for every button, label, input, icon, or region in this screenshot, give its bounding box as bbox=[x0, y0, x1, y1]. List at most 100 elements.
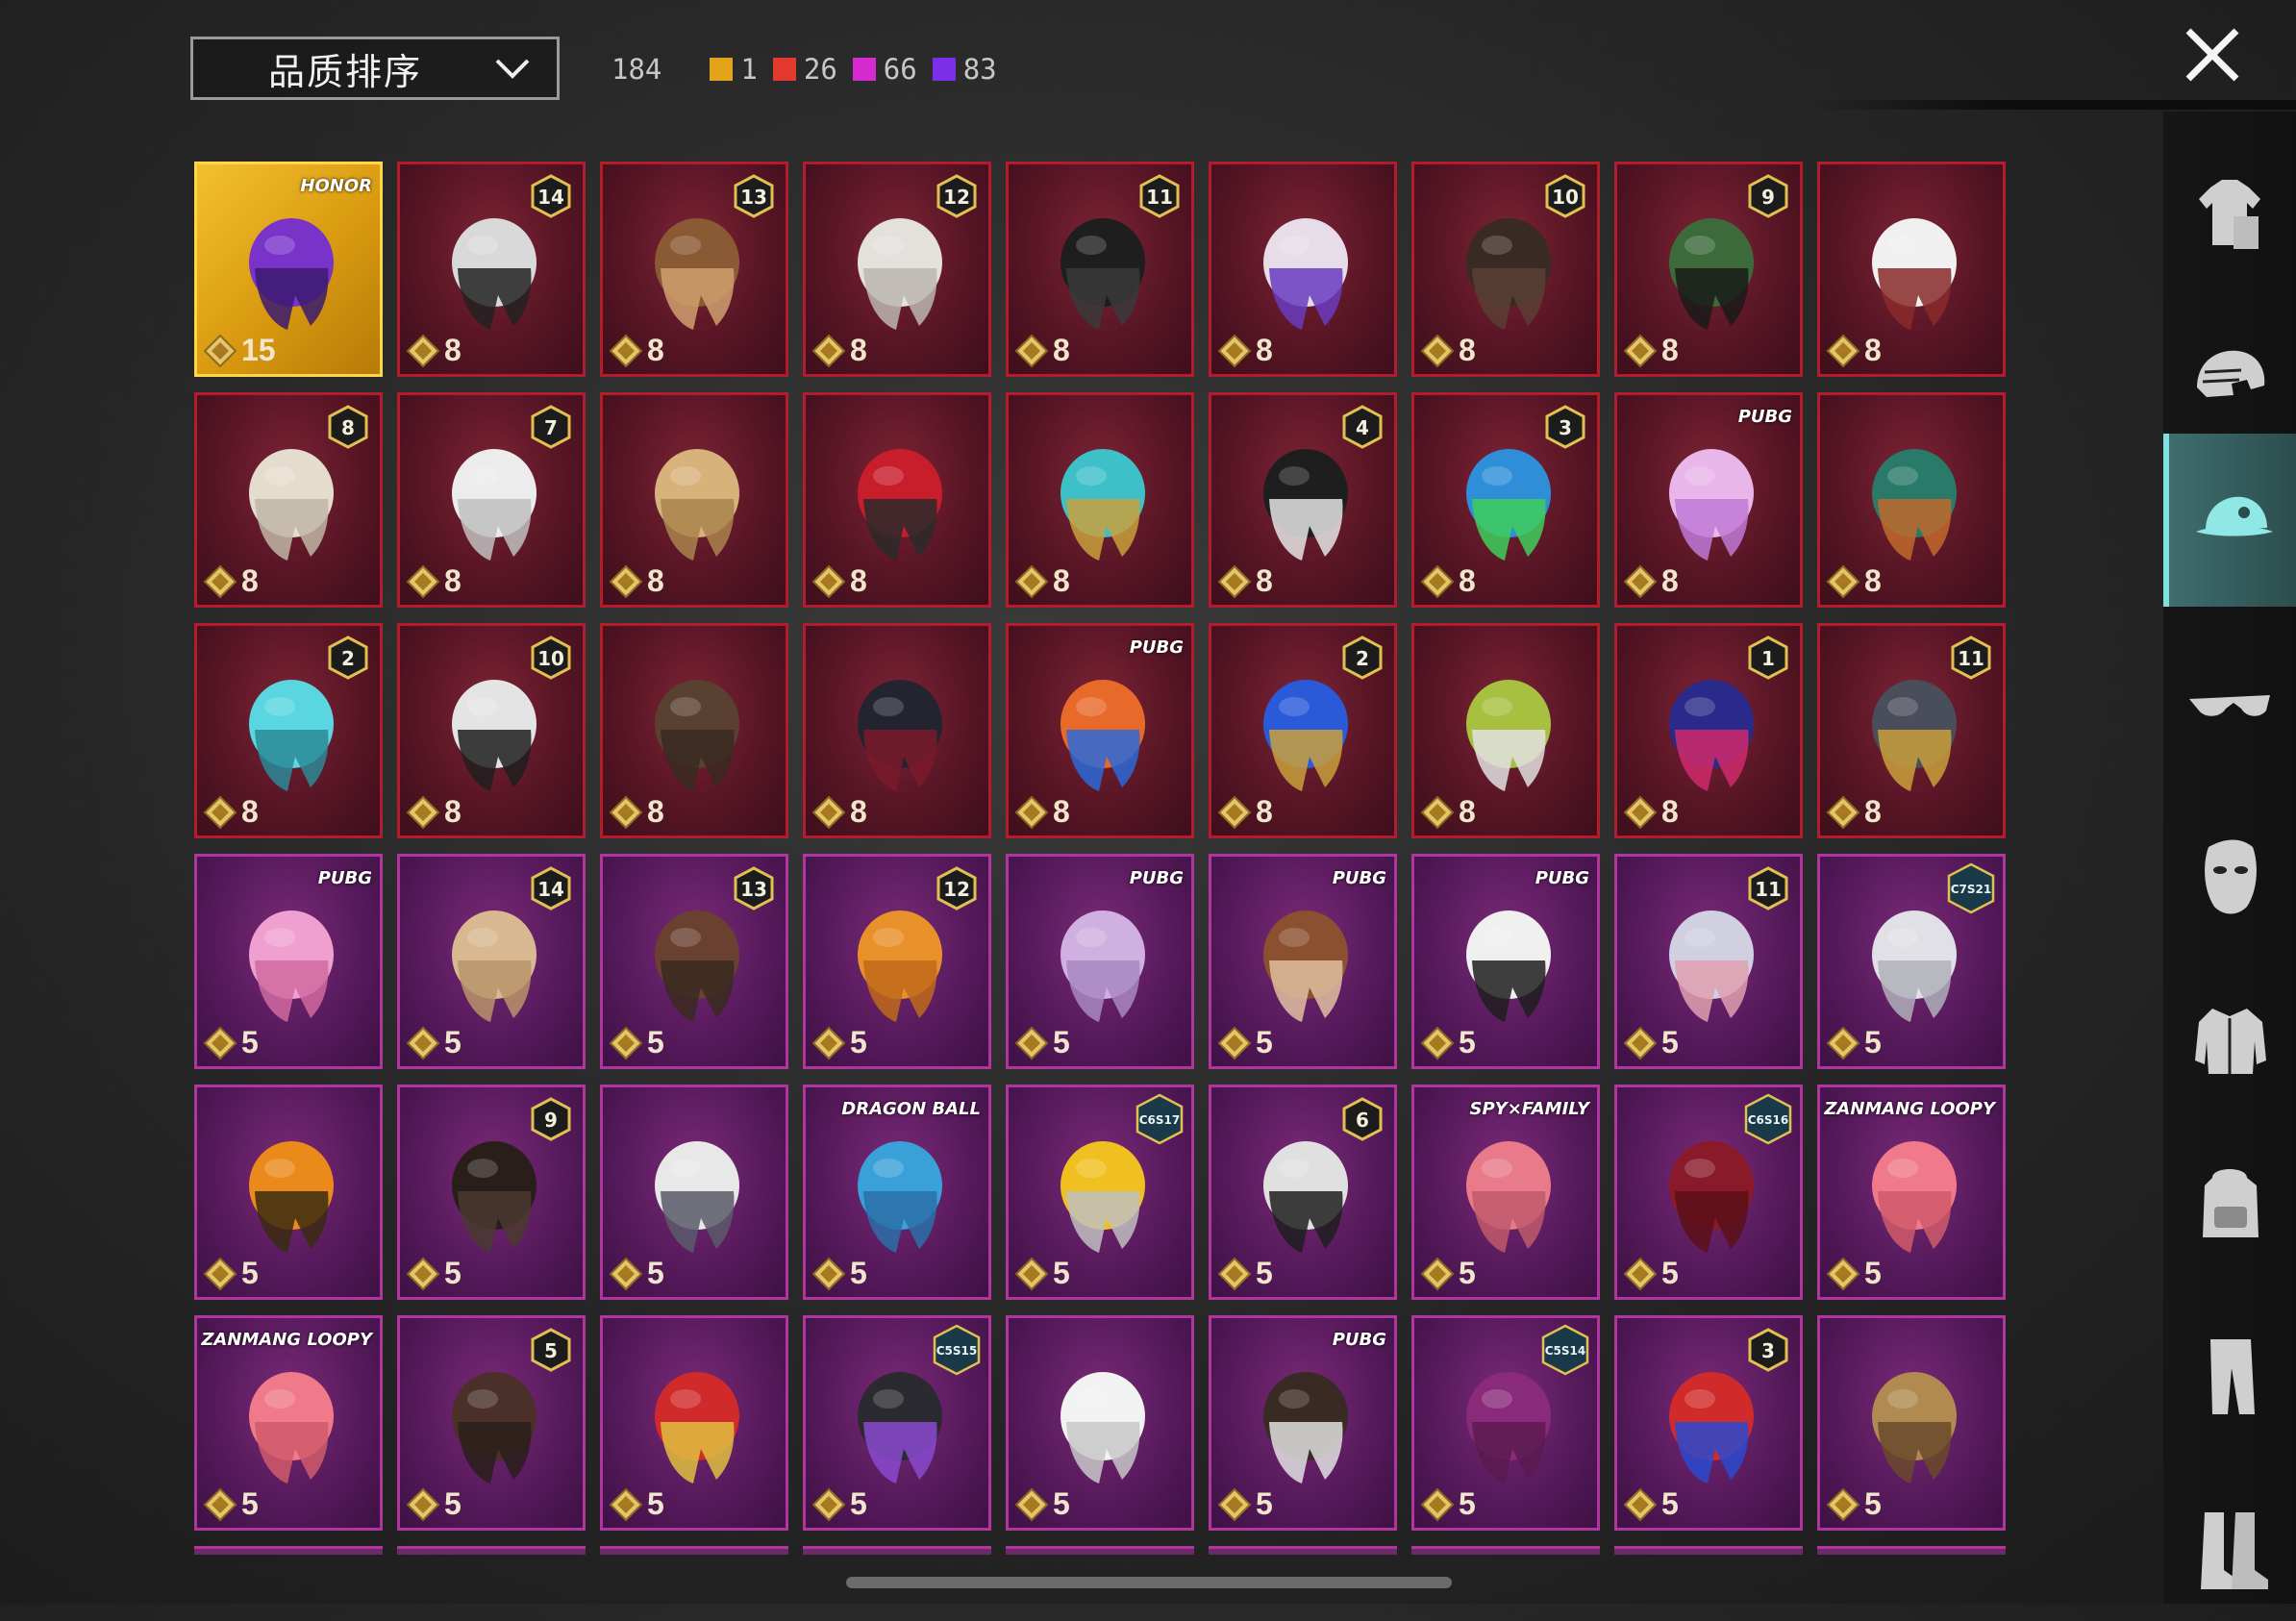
item-card[interactable]: ZANMANG LOOPY 5 bbox=[194, 1315, 383, 1531]
item-image bbox=[1061, 910, 1145, 1022]
quality-point-icon bbox=[1217, 334, 1252, 367]
item-points-value: 5 bbox=[1459, 1486, 1476, 1521]
sidebar-tab-boots[interactable] bbox=[2163, 1477, 2296, 1621]
item-points-value: 5 bbox=[1256, 1025, 1273, 1060]
item-points: 5 bbox=[203, 1256, 259, 1291]
item-card[interactable]: 13 5 bbox=[600, 854, 788, 1069]
item-card[interactable]: 5 bbox=[600, 1085, 788, 1300]
item-card[interactable]: 8 bbox=[600, 392, 788, 608]
item-points-value: 8 bbox=[444, 333, 462, 367]
item-card[interactable]: 8 bbox=[1006, 392, 1194, 608]
item-card[interactable]: 13 8 bbox=[600, 162, 788, 377]
item-card[interactable]: PUBG 8 bbox=[1006, 623, 1194, 838]
item-image bbox=[655, 680, 739, 791]
item-card[interactable]: C5S15 5 bbox=[803, 1315, 991, 1531]
item-card[interactable]: 5 bbox=[600, 1315, 788, 1531]
item-card[interactable]: 8 bbox=[1817, 162, 2006, 377]
svg-text:8: 8 bbox=[341, 416, 355, 439]
level-badge: 3 bbox=[1748, 1328, 1788, 1372]
item-card[interactable]: 35 bbox=[1614, 1315, 1803, 1531]
quality-point-icon bbox=[406, 1026, 440, 1060]
item-card[interactable]: 38 bbox=[1411, 392, 1600, 608]
item-card[interactable]: PUBG 5 bbox=[1006, 854, 1194, 1069]
quality-point-icon bbox=[609, 795, 643, 829]
item-card-peek bbox=[397, 1546, 586, 1555]
item-card[interactable]: 11 5 bbox=[1614, 854, 1803, 1069]
item-card[interactable]: C5S14 5 bbox=[1411, 1315, 1600, 1531]
item-card[interactable]: PUBG 8 bbox=[1614, 392, 1803, 608]
svg-text:3: 3 bbox=[1761, 1339, 1775, 1362]
item-card[interactable]: 8 bbox=[1817, 392, 2006, 608]
item-image bbox=[858, 449, 942, 561]
item-card[interactable]: ZANMANG LOOPY 5 bbox=[1817, 1085, 2006, 1300]
item-card[interactable]: SPY×FAMILY 5 bbox=[1411, 1085, 1600, 1300]
horizontal-scrollbar[interactable] bbox=[846, 1577, 1452, 1588]
item-points: 5 bbox=[1623, 1256, 1679, 1291]
item-card[interactable]: 98 bbox=[1614, 162, 1803, 377]
item-card[interactable]: 95 bbox=[397, 1085, 586, 1300]
item-card[interactable]: 14 8 bbox=[397, 162, 586, 377]
item-card[interactable]: 12 8 bbox=[803, 162, 991, 377]
item-points: 8 bbox=[1014, 333, 1070, 368]
item-card[interactable]: 18 bbox=[1614, 623, 1803, 838]
item-points: 5 bbox=[1826, 1256, 1882, 1291]
svg-text:1: 1 bbox=[1761, 647, 1775, 670]
quality-point-icon bbox=[1014, 1026, 1049, 1060]
sidebar-tab-backpack[interactable] bbox=[2163, 1131, 2296, 1275]
item-points: 8 bbox=[609, 333, 664, 368]
item-card[interactable]: 11 8 bbox=[1006, 162, 1194, 377]
sidebar-tab-glasses[interactable] bbox=[2163, 631, 2296, 775]
item-card[interactable]: 14 5 bbox=[397, 854, 586, 1069]
item-image bbox=[1669, 449, 1754, 561]
item-card[interactable]: PUBG 5 bbox=[1209, 1315, 1397, 1531]
item-points: 5 bbox=[609, 1486, 664, 1522]
item-card[interactable]: 8 bbox=[803, 623, 991, 838]
item-points-value: 5 bbox=[1661, 1256, 1679, 1290]
item-points-value: 8 bbox=[647, 794, 664, 829]
item-card[interactable]: DRAGON BALL 5 bbox=[803, 1085, 991, 1300]
sidebar-tab-mask[interactable] bbox=[2163, 804, 2296, 948]
item-points-value: 5 bbox=[1053, 1025, 1070, 1060]
item-points: 5 bbox=[1217, 1025, 1273, 1060]
item-card[interactable]: 48 bbox=[1209, 392, 1397, 608]
item-card[interactable]: 8 bbox=[803, 392, 991, 608]
item-card[interactable]: 28 bbox=[194, 623, 383, 838]
item-card[interactable]: 10 8 bbox=[397, 623, 586, 838]
item-card[interactable]: 11 8 bbox=[1817, 623, 2006, 838]
sidebar-tab-pants[interactable] bbox=[2163, 1304, 2296, 1448]
item-points-value: 8 bbox=[1053, 333, 1070, 367]
item-image bbox=[1466, 910, 1551, 1022]
item-card[interactable]: PUBG 5 bbox=[1209, 854, 1397, 1069]
item-card[interactable]: C7S21 5 bbox=[1817, 854, 2006, 1069]
item-card[interactable]: 10 8 bbox=[1411, 162, 1600, 377]
item-card[interactable]: 8 bbox=[1209, 162, 1397, 377]
sidebar-tab-helmet[interactable] bbox=[2163, 304, 2296, 448]
item-card[interactable]: PUBG 5 bbox=[1411, 854, 1600, 1069]
item-card[interactable]: PUBG 5 bbox=[194, 854, 383, 1069]
item-card[interactable]: 8 bbox=[600, 623, 788, 838]
item-card[interactable]: 88 bbox=[194, 392, 383, 608]
quality-counts: 184 1 26 66 83 bbox=[611, 50, 1012, 88]
item-card[interactable]: 12 5 bbox=[803, 854, 991, 1069]
sidebar-tab-cap[interactable] bbox=[2163, 434, 2296, 607]
sidebar-tab-jacket[interactable] bbox=[2163, 967, 2296, 1111]
item-card[interactable]: 65 bbox=[1209, 1085, 1397, 1300]
item-card[interactable]: 8 bbox=[1411, 623, 1600, 838]
sidebar-tab-outfit[interactable] bbox=[2163, 140, 2296, 285]
item-points-value: 5 bbox=[1864, 1256, 1882, 1290]
quality-point-icon bbox=[1014, 1487, 1049, 1521]
item-card[interactable]: 5 bbox=[194, 1085, 383, 1300]
svg-text:2: 2 bbox=[1356, 647, 1369, 670]
item-card[interactable]: 5 bbox=[1006, 1315, 1194, 1531]
item-card[interactable]: 78 bbox=[397, 392, 586, 608]
item-card[interactable]: HONOR 15 bbox=[194, 162, 383, 377]
item-card[interactable]: C6S16 5 bbox=[1614, 1085, 1803, 1300]
sort-dropdown[interactable]: 品质排序 bbox=[190, 37, 560, 100]
item-card[interactable]: 28 bbox=[1209, 623, 1397, 838]
item-points: 8 bbox=[1826, 794, 1882, 830]
close-icon[interactable] bbox=[2181, 23, 2244, 87]
item-card[interactable]: 55 bbox=[397, 1315, 586, 1531]
item-card[interactable]: 5 bbox=[1817, 1315, 2006, 1531]
item-card[interactable]: C6S17 5 bbox=[1006, 1085, 1194, 1300]
item-image bbox=[1872, 449, 1957, 561]
